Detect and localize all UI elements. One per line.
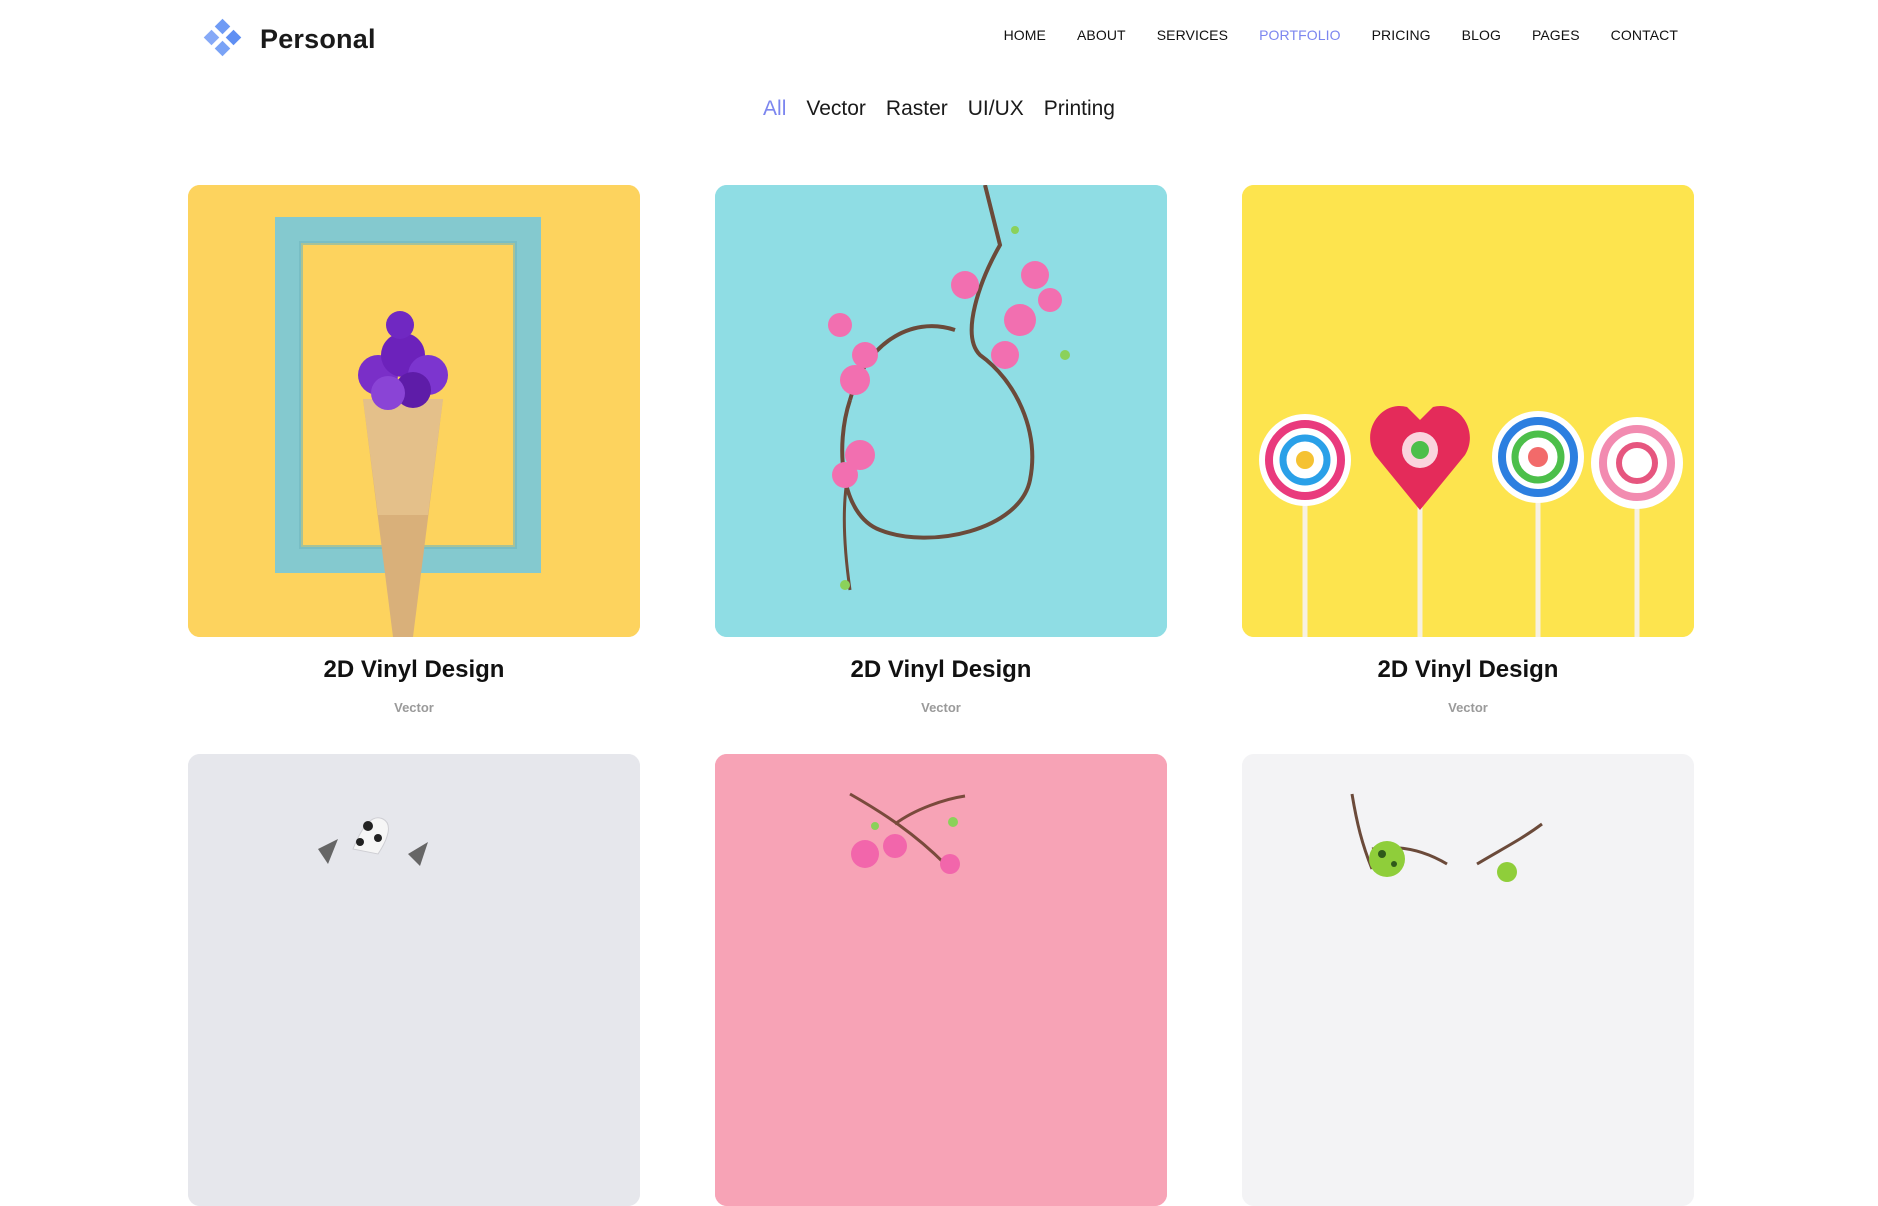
filter-all[interactable]: All xyxy=(763,97,786,121)
nav-item-contact[interactable]: CONTACT xyxy=(1611,27,1678,43)
portfolio-image-lollipops[interactable] xyxy=(1242,185,1694,637)
diamond-cluster-icon xyxy=(202,18,244,60)
filter-printing[interactable]: Printing xyxy=(1044,97,1115,121)
main-nav: HOME ABOUT SERVICES PORTFOLIO PRICING BL… xyxy=(1004,27,1678,43)
nav-item-portfolio[interactable]: PORTFOLIO xyxy=(1259,27,1341,43)
filter-uiux[interactable]: UI/UX xyxy=(968,97,1024,121)
portfolio-card[interactable]: 2D Vinyl Design Vector xyxy=(188,185,640,715)
card-title[interactable]: 2D Vinyl Design xyxy=(715,656,1167,684)
portfolio-card[interactable] xyxy=(715,754,1167,1206)
portfolio-image-green-berries[interactable] xyxy=(1242,754,1694,1206)
brand-logo[interactable]: Personal xyxy=(202,18,376,60)
nav-item-pages[interactable]: PAGES xyxy=(1532,27,1580,43)
nav-item-services[interactable]: SERVICES xyxy=(1157,27,1228,43)
filter-vector[interactable]: Vector xyxy=(806,97,866,121)
portfolio-image-pink-blossom[interactable] xyxy=(715,754,1167,1206)
portfolio-image-dalmatian[interactable] xyxy=(188,754,640,1206)
nav-item-about[interactable]: ABOUT xyxy=(1077,27,1126,43)
card-title[interactable]: 2D Vinyl Design xyxy=(188,656,640,684)
card-category: Vector xyxy=(921,700,961,715)
nav-item-pricing[interactable]: PRICING xyxy=(1372,27,1431,43)
portfolio-image-flower-circle[interactable] xyxy=(715,185,1167,637)
card-category: Vector xyxy=(1448,700,1488,715)
portfolio-card[interactable] xyxy=(188,754,640,1206)
filter-raster[interactable]: Raster xyxy=(886,97,948,121)
portfolio-card[interactable] xyxy=(1242,754,1694,1206)
card-title[interactable]: 2D Vinyl Design xyxy=(1242,656,1694,684)
portfolio-card[interactable]: 2D Vinyl Design Vector xyxy=(715,185,1167,715)
nav-item-home[interactable]: HOME xyxy=(1004,27,1046,43)
brand-name: Personal xyxy=(260,23,376,54)
site-header: Personal HOME ABOUT SERVICES PORTFOLIO P… xyxy=(0,0,1878,75)
nav-item-blog[interactable]: BLOG xyxy=(1462,27,1501,43)
card-category: Vector xyxy=(394,700,434,715)
portfolio-filter-bar: All Vector Raster UI/UX Printing xyxy=(0,97,1878,121)
portfolio-image-ice-cream-cone[interactable] xyxy=(188,185,640,637)
portfolio-card[interactable]: 2D Vinyl Design Vector xyxy=(1242,185,1694,715)
